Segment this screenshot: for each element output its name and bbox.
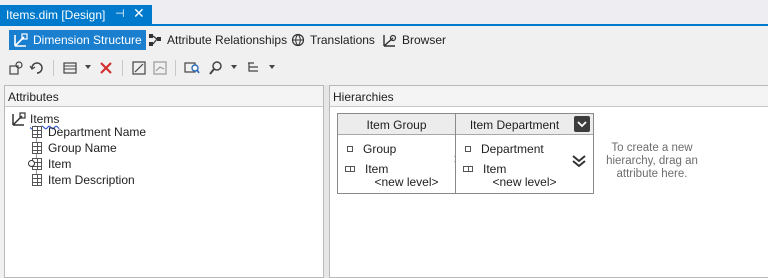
level-icon	[465, 146, 471, 152]
level-icon	[347, 146, 353, 152]
find-icon[interactable]	[183, 59, 201, 77]
delete-icon[interactable]	[97, 59, 115, 77]
attribute-item[interactable]: Group Name	[32, 141, 117, 155]
attribute-label: Item	[48, 157, 72, 171]
expand-chevron-icon[interactable]	[571, 154, 587, 168]
attribute-relationships-icon	[149, 34, 161, 46]
hierarchy-name: Item Department	[469, 118, 560, 132]
document-tab-strip: Items.dim [Design] ⊣ ✕	[0, 0, 768, 26]
tab-translations[interactable]: Translations	[286, 30, 379, 50]
toolbar	[0, 55, 768, 81]
close-icon[interactable]: ✕	[133, 5, 145, 22]
hierarchies-header: Hierarchies	[330, 86, 768, 107]
attribute-icon	[32, 174, 42, 186]
tab-label: Translations	[310, 33, 375, 47]
zoom-icon[interactable]	[207, 59, 225, 77]
attributes-pane: Attributes Items Department Name Group N…	[4, 85, 324, 278]
hierarchy-view-icon[interactable]	[245, 59, 263, 77]
attribute-label: Item Description	[48, 173, 135, 187]
show-grid-dropdown[interactable]	[85, 65, 91, 69]
attribute-item[interactable]: Item	[28, 157, 72, 171]
collapse-chevron-icon[interactable]	[574, 116, 590, 132]
hierarchy-view-dropdown[interactable]	[269, 65, 275, 69]
level-label: Group	[363, 142, 397, 156]
tab-label: Attribute Relationships	[167, 33, 288, 47]
new-level[interactable]: <new level>	[456, 175, 593, 189]
hierarchies-pane: Hierarchies Item Group Group Item <new l…	[329, 85, 768, 278]
hierarchy-level[interactable]: Department	[465, 142, 544, 156]
level-label: Department	[481, 142, 544, 156]
attribute-item[interactable]: Item Description	[32, 173, 135, 187]
reconnect-icon[interactable]	[28, 59, 46, 77]
attribute-icon	[32, 142, 42, 154]
key-attribute-icon	[28, 158, 42, 170]
toolbar-separator	[53, 60, 54, 76]
tab-label: Browser	[402, 33, 447, 47]
hierarchy-level[interactable]: Item	[345, 162, 388, 176]
layout-icon[interactable]	[151, 59, 169, 77]
toolbar-separator	[175, 60, 176, 76]
document-tab-title: Items.dim [Design]	[6, 8, 106, 22]
toolbar-separator	[122, 60, 123, 76]
tab-dimension-structure[interactable]: Dimension Structure	[9, 30, 146, 50]
attribute-item[interactable]: Department Name	[32, 125, 146, 139]
process-icon[interactable]	[7, 59, 25, 77]
hierarchy-level[interactable]: Item	[463, 162, 506, 176]
tab-label: Dimension Structure	[33, 33, 142, 47]
attributes-header: Attributes	[5, 86, 323, 107]
attribute-icon	[32, 126, 42, 138]
show-grid-icon[interactable]	[61, 59, 79, 77]
level-icon	[345, 166, 355, 172]
dimension-icon	[12, 112, 26, 126]
dimension-root-label: Items	[30, 112, 60, 126]
hierarchy-header[interactable]: Item Department	[456, 114, 593, 135]
document-tab[interactable]: Items.dim [Design] ⊣ ✕	[0, 5, 152, 25]
level-label: Item	[483, 162, 507, 176]
attribute-label: Group Name	[48, 141, 117, 155]
zoom-dropdown[interactable]	[231, 65, 237, 69]
level-icon	[463, 166, 473, 172]
hierarchy-level[interactable]: Group	[347, 142, 396, 156]
level-label: Item	[365, 162, 389, 176]
browser-icon	[383, 34, 397, 47]
tab-attribute-relationships[interactable]: Attribute Relationships	[143, 30, 291, 50]
tab-browser[interactable]: Browser	[378, 30, 450, 50]
attribute-label: Department Name	[48, 125, 147, 139]
drop-hint: To create a new hierarchy, drag an attri…	[606, 142, 698, 180]
auto-size-icon[interactable]	[130, 59, 148, 77]
pin-icon[interactable]: ⊣	[115, 7, 125, 20]
dimension-structure-icon	[14, 33, 28, 47]
hierarchy-name: Item Group	[366, 118, 427, 132]
designer-tabs: Dimension Structure Attribute Relationsh…	[0, 26, 768, 53]
translations-icon	[291, 33, 305, 47]
hierarchy-box[interactable]: Item Department Department Item <new lev…	[455, 113, 594, 194]
